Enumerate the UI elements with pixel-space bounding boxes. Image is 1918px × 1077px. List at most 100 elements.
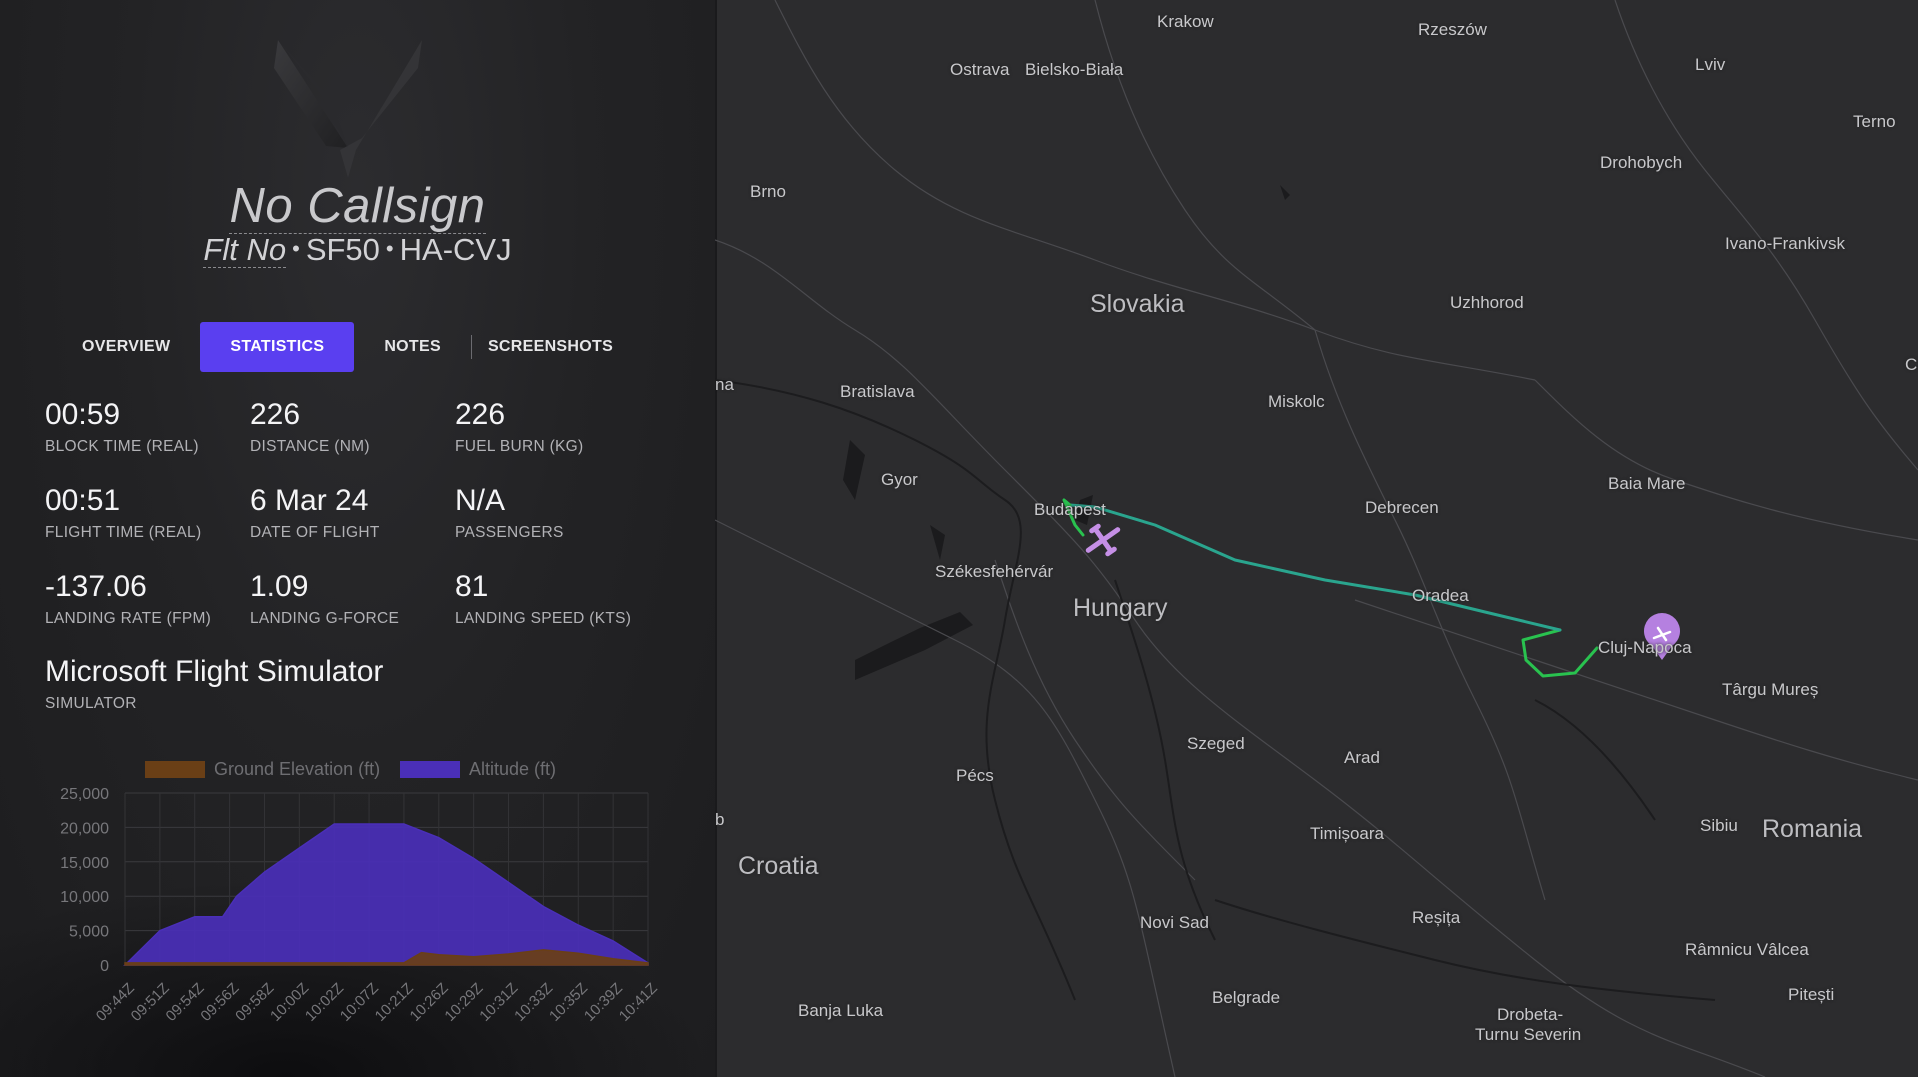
route-departure-segment: [1521, 628, 1599, 678]
map-label-r-mnicu-v-lcea: Râmnicu Vâlcea: [1685, 940, 1809, 959]
lake-shape: [930, 525, 945, 560]
map-label-terno: Terno: [1853, 112, 1896, 131]
callsign-title[interactable]: No Callsign: [0, 178, 715, 234]
x-tick-label: 09:44Z: [93, 980, 138, 1025]
flight-route: [1062, 498, 1599, 678]
x-tick-label: 10:26Z: [407, 980, 452, 1025]
x-tick-label: 10:21Z: [372, 980, 417, 1025]
stat-distance: 226 DISTANCE (NM): [250, 398, 450, 456]
map-label-arad: Arad: [1344, 748, 1380, 767]
stat-label: BLOCK TIME (REAL): [45, 438, 199, 455]
stat-value: 226: [250, 398, 301, 431]
map-label-c: C: [1905, 355, 1918, 374]
map-label-szeged: Szeged: [1187, 734, 1245, 753]
series-area: [123, 823, 649, 966]
map-label-cluj-napoca: Cluj-Napoca: [1598, 638, 1692, 657]
stat-value: 6 Mar 24: [250, 484, 369, 517]
map-label-pite-ti: Pitești: [1788, 985, 1835, 1004]
stat-value: 226: [455, 398, 506, 431]
map-label-ostrava: Ostrava: [950, 60, 1010, 79]
map-label-t-rgu-mure-: Târgu Mureș: [1722, 680, 1819, 699]
stat-date: 6 Mar 24 DATE OF FLIGHT: [250, 484, 450, 542]
flight-map[interactable]: Krakow Rzeszów Ostrava Bielsko-Biała Lviv Ter…: [715, 0, 1918, 1077]
map-label-rzesz-w: Rzeszów: [1418, 20, 1487, 39]
tab-overview[interactable]: OVERVIEW: [52, 322, 200, 372]
y-tick-label: 15,000: [60, 855, 109, 872]
map-label-krakow: Krakow: [1157, 12, 1214, 31]
stat-value: 00:51: [45, 484, 121, 517]
x-tick-label: 10:00Z: [267, 980, 312, 1025]
map-label-romania: Romania: [1762, 815, 1863, 843]
x-tick-label: 10:33Z: [511, 980, 556, 1025]
map-label-baia-mare: Baia Mare: [1608, 474, 1686, 493]
map-label-sibiu: Sibiu: [1700, 816, 1738, 835]
map-label-debrecen: Debrecen: [1365, 498, 1439, 517]
map-canvas[interactable]: [715, 0, 1918, 1077]
map-label-hungary: Hungary: [1073, 594, 1168, 622]
simulator-name: Microsoft Flight Simulator: [45, 655, 384, 688]
map-label-timi-oara: Timișoara: [1310, 824, 1384, 843]
map-label-sz-kesfeh-rv-r: Székesfehérvár: [935, 562, 1054, 581]
map-label-banja-luka: Banja Luka: [798, 1001, 884, 1020]
map-label-lviv: Lviv: [1695, 55, 1726, 74]
stat-flight-time: 00:51 FLIGHT TIME (REAL): [45, 484, 245, 542]
stat-label: FLIGHT TIME (REAL): [45, 524, 202, 541]
stat-value: 1.09: [250, 570, 309, 603]
flight-number[interactable]: Flt No: [203, 232, 287, 268]
map-label-brno: Brno: [750, 182, 786, 201]
stat-value: N/A: [455, 484, 506, 517]
stat-passengers: N/A PASSENGERS: [455, 484, 655, 542]
altitude-chart: 25,00020,00015,00010,0005,000009:44Z09:5…: [60, 759, 661, 1025]
stat-block-time: 00:59 BLOCK TIME (REAL): [45, 398, 245, 456]
stat-landing-g-force: 1.09 LANDING G-FORCE: [250, 570, 450, 628]
y-tick-label: 0: [100, 958, 109, 975]
map-label-budapest: Budapest: [1034, 500, 1106, 519]
tab-notes[interactable]: NOTES: [354, 322, 471, 372]
map-label-na: na: [715, 375, 734, 394]
stat-label: LANDING RATE (FPM): [45, 610, 212, 627]
map-borders: [715, 0, 1918, 1077]
separator: •: [385, 236, 394, 261]
stat-value: 00:59: [45, 398, 121, 431]
map-label-ivano-frankivsk: Ivano-Frankivsk: [1725, 234, 1845, 253]
map-label-bratislava: Bratislava: [840, 382, 915, 401]
map-water: [843, 185, 1290, 680]
y-tick-label: 20,000: [60, 820, 109, 837]
x-tick-label: 09:51Z: [128, 980, 173, 1025]
map-label-gyor: Gyor: [881, 470, 918, 489]
x-tick-label: 10:31Z: [476, 980, 521, 1025]
lake-balaton: [855, 612, 973, 680]
legend-label: Ground Elevation (ft): [214, 759, 380, 779]
map-label-miskolc: Miskolc: [1268, 392, 1325, 411]
map-rivers: [715, 379, 1716, 1001]
map-label-bielsko-bia-a: Bielsko-Biała: [1025, 60, 1124, 79]
flight-details-panel: No Callsign Flt No • SF50 • HA-CVJ OVERVIEW …: [0, 0, 715, 1077]
x-tick-label: 10:39Z: [581, 980, 626, 1025]
x-tick-label: 09:54Z: [163, 980, 208, 1025]
lake-shape: [1280, 185, 1290, 200]
legend-label: Altitude (ft): [469, 759, 556, 779]
legend-swatch: [145, 761, 205, 778]
stat-label: DISTANCE (NM): [250, 438, 370, 455]
tab-statistics[interactable]: STATISTICS: [200, 322, 355, 372]
airline-logo: [274, 40, 422, 178]
stat-landing-speed: 81 LANDING SPEED (KTS): [455, 570, 655, 628]
stat-value: 81: [455, 570, 489, 603]
x-tick-label: 10:41Z: [616, 980, 661, 1025]
separator: •: [292, 236, 300, 261]
stat-label: FUEL BURN (KG): [455, 438, 584, 455]
stat-label: LANDING G-FORCE: [250, 610, 400, 627]
stat-label: LANDING SPEED (KTS): [455, 610, 632, 627]
map-label-novi-sad: Novi Sad: [1140, 913, 1209, 932]
map-label-p-cs: Pécs: [956, 766, 994, 785]
y-tick-label: 5,000: [69, 924, 109, 941]
x-tick-label: 09:56Z: [197, 980, 242, 1025]
map-label-oradea: Oradea: [1412, 586, 1469, 605]
aircraft-type: SF50: [305, 232, 380, 267]
x-tick-label: 10:07Z: [337, 980, 382, 1025]
tab-screenshots[interactable]: SCREENSHOTS: [472, 322, 643, 372]
stat-value: -137.06: [45, 570, 147, 603]
map-label-belgrade: Belgrade: [1212, 988, 1281, 1007]
tab-bar: OVERVIEW STATISTICS NOTES SCREENSHOTS: [52, 322, 643, 372]
legend-swatch: [400, 761, 460, 778]
